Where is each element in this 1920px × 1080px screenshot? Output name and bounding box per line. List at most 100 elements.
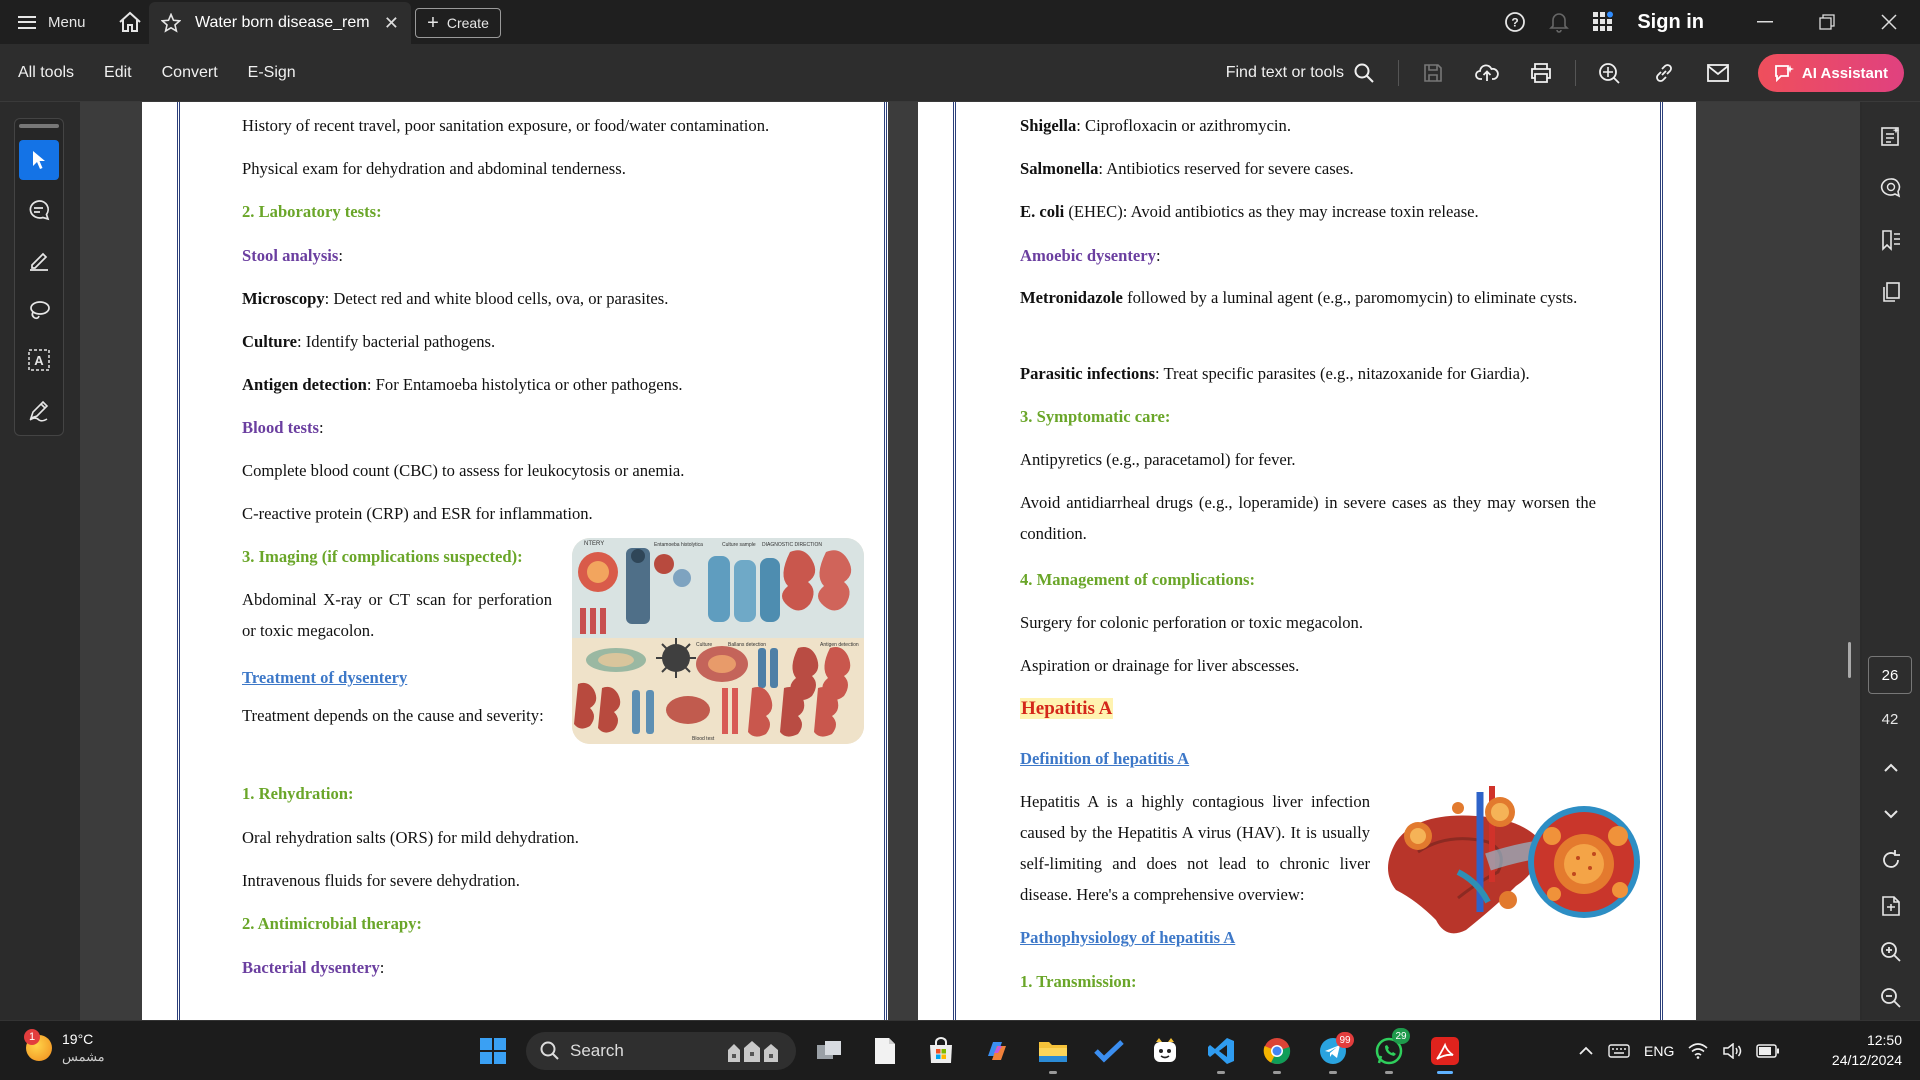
scroll-down-icon[interactable] [1871, 794, 1911, 834]
start-button[interactable] [470, 1028, 516, 1074]
chrome-app[interactable] [1254, 1028, 1300, 1074]
all-tools-menu[interactable]: All tools [18, 64, 74, 82]
esign-menu[interactable]: E-Sign [248, 64, 296, 82]
zoom-out-icon[interactable] [1871, 978, 1911, 1018]
apps-icon[interactable] [1581, 0, 1625, 44]
vscode-app[interactable] [1198, 1028, 1244, 1074]
tab-close-icon[interactable]: ✕ [384, 13, 399, 34]
find-tools-button[interactable]: Find text or tools [1226, 63, 1374, 83]
link-icon[interactable] [1640, 51, 1688, 95]
keyboard-icon[interactable] [1608, 1043, 1630, 1059]
main-toolbar: All tools Edit Convert E-Sign Find text … [0, 44, 1920, 102]
subheading: Amoebic dysentery [1020, 246, 1156, 265]
help-icon[interactable]: ? [1493, 0, 1537, 44]
quick-tools-rail: A [14, 118, 64, 436]
liver-virus-illustration [1388, 782, 1648, 942]
whatsapp-app[interactable]: 29 [1366, 1028, 1412, 1074]
definition: : For Entamoeba histolytica or other pat… [366, 375, 683, 394]
edit-pdf-panel-icon[interactable] [1871, 116, 1911, 156]
volume-icon[interactable] [1722, 1043, 1742, 1059]
text-line: Oral rehydration salts (ORS) for mild de… [242, 828, 579, 847]
store-app[interactable] [918, 1028, 964, 1074]
text-line: Shigella: Ciprofloxacin or azithromycin. [1020, 116, 1291, 136]
telegram-app[interactable]: 99 [1310, 1028, 1356, 1074]
search-highlight-icon [728, 1041, 778, 1062]
weather-badge: 1 [24, 1029, 40, 1045]
bookmarks-panel-icon[interactable] [1871, 220, 1911, 260]
text-select-tool-button[interactable]: A [19, 340, 59, 380]
notepad-app[interactable] [862, 1028, 908, 1074]
zoom-in-icon[interactable] [1871, 932, 1911, 972]
lasso-tool-button[interactable] [19, 290, 59, 330]
rotate-icon[interactable] [1871, 840, 1911, 880]
save-icon[interactable] [1409, 51, 1457, 95]
minimize-button[interactable] [1734, 0, 1796, 44]
file-explorer-app[interactable] [1030, 1028, 1076, 1074]
scroll-up-icon[interactable] [1871, 748, 1911, 788]
comments-panel-icon[interactable] [1871, 168, 1911, 208]
search-icon [1354, 63, 1374, 83]
hepatitis-a-heading: Hepatitis A [1020, 698, 1114, 719]
language-indicator[interactable]: ENG [1644, 1043, 1674, 1059]
menu-button[interactable]: Menu [0, 0, 104, 44]
rail-grip[interactable] [19, 124, 59, 128]
text-line: E. coli (EHEC): Avoid antibiotics as the… [1020, 202, 1479, 222]
telegram-badge: 99 [1336, 1032, 1354, 1048]
bot-icon [1154, 1038, 1176, 1062]
search-label: Search [570, 1041, 624, 1060]
upload-icon[interactable] [1463, 51, 1511, 95]
task-view-button[interactable] [806, 1028, 852, 1074]
home-button[interactable] [104, 0, 156, 44]
close-window-button[interactable] [1858, 0, 1920, 44]
select-tool-button[interactable] [19, 140, 59, 180]
battery-icon[interactable] [1756, 1044, 1780, 1058]
copilot-app[interactable] [974, 1028, 1020, 1074]
chevron-up-icon[interactable] [1578, 1046, 1594, 1056]
text-line: Antigen detection: For Entamoeba histoly… [242, 375, 683, 395]
document-tab[interactable]: Water born disease_rem... ✕ [149, 2, 411, 44]
sign-in-button[interactable]: Sign in [1637, 11, 1704, 34]
text-line: Physical exam for dehydration and abdomi… [242, 159, 626, 178]
bell-icon[interactable] [1537, 0, 1581, 44]
text-paragraph: Hepatitis A is a highly contagious liver… [1020, 792, 1370, 904]
mail-icon[interactable] [1694, 51, 1742, 95]
text-line: C-reactive protein (CRP) and ESR for inf… [242, 504, 593, 523]
convert-menu[interactable]: Convert [162, 64, 218, 82]
text-line: Stool analysis: [242, 246, 343, 265]
task-view-icon [817, 1041, 841, 1059]
comment-tool-button[interactable] [19, 190, 59, 230]
edit-menu[interactable]: Edit [104, 64, 132, 82]
todo-app[interactable] [1086, 1028, 1132, 1074]
pages-panel-icon[interactable] [1871, 272, 1911, 312]
restore-button[interactable] [1796, 0, 1858, 44]
term: Culture [242, 332, 298, 351]
wifi-icon[interactable] [1688, 1043, 1708, 1059]
term: Antigen detection [242, 375, 367, 394]
create-button[interactable]: + Create [415, 8, 501, 38]
text-line: Amoebic dysentery: [1020, 246, 1161, 265]
ai-assistant-button[interactable]: AI Assistant [1758, 54, 1904, 92]
print-icon[interactable] [1517, 51, 1565, 95]
highlight-tool-button[interactable] [19, 240, 59, 280]
acrobat-app[interactable] [1422, 1028, 1468, 1074]
subheading: 2. Antimicrobial therapy: [242, 914, 422, 933]
star-icon [161, 13, 181, 33]
taskbar-search[interactable]: Search [526, 1032, 796, 1070]
ai-search-icon[interactable] [1586, 51, 1634, 95]
subheading: 4. Management of complications: [1020, 570, 1256, 589]
current-page-input[interactable]: 26 [1868, 656, 1912, 694]
sign-tool-button[interactable] [19, 390, 59, 430]
text-paragraph: Avoid antidiarrheal drugs (e.g., loperam… [1020, 493, 1596, 543]
windows-icon [480, 1038, 506, 1064]
create-label: Create [446, 15, 489, 31]
assistant-app[interactable] [1142, 1028, 1188, 1074]
page-fit-icon[interactable] [1871, 886, 1911, 926]
pdf-page-right: Shigella: Ciprofloxacin or azithromycin.… [918, 102, 1696, 1020]
weather-widget[interactable]: 1 19°C مشمس [24, 1029, 105, 1066]
illustration-label: Antigen detection [820, 642, 859, 648]
clock-date: 24/12/2024 [1831, 1052, 1902, 1068]
vertical-scrollbar[interactable] [1848, 642, 1851, 678]
system-clock[interactable]: 12:50 24/12/2024 [1812, 1030, 1902, 1070]
pdf-page-left: History of recent travel, poor sanitatio… [142, 102, 888, 1020]
definition: : Ciprofloxacin or azithromycin. [1076, 116, 1291, 135]
